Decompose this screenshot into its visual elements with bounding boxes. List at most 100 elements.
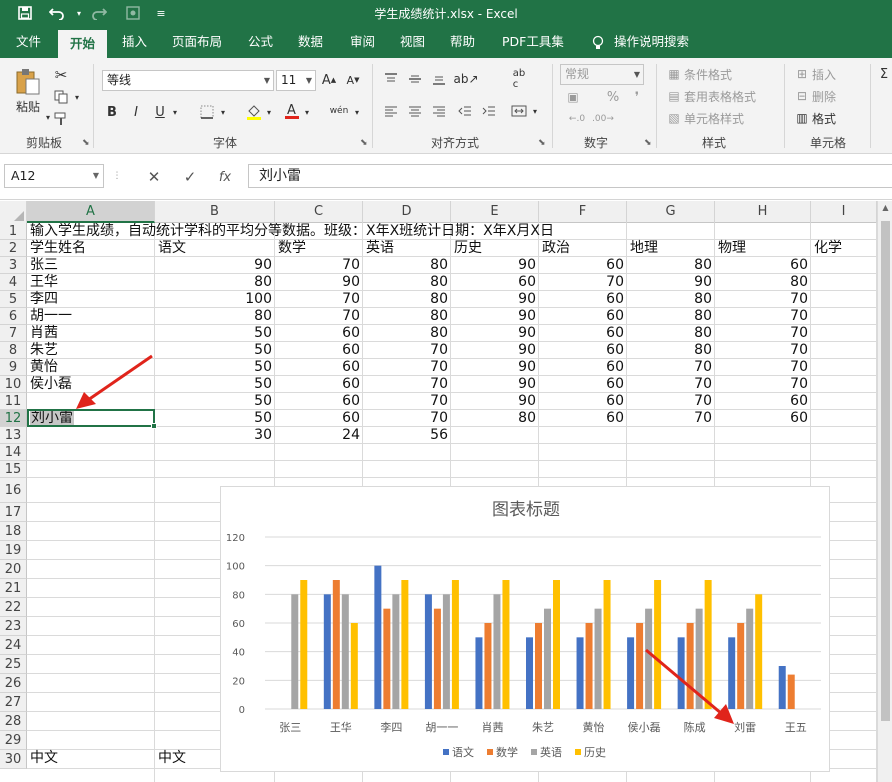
table-cell[interactable]: 胡一一 bbox=[27, 308, 155, 325]
tab-formulas[interactable]: 公式 bbox=[246, 26, 275, 58]
increase-indent-icon[interactable] bbox=[480, 102, 498, 120]
table-cell[interactable]: 50 bbox=[155, 359, 275, 376]
number-format-combo[interactable]: 常规 ▼ bbox=[560, 64, 644, 85]
number-format-dropdown-icon[interactable]: ▼ bbox=[634, 65, 640, 84]
row-header-19[interactable]: 19 bbox=[0, 541, 27, 560]
cell-header-e[interactable]: 历史 bbox=[451, 240, 539, 257]
row-header-15[interactable]: 15 bbox=[0, 461, 27, 478]
table-cell[interactable]: 80 bbox=[363, 274, 451, 291]
underline-dropdown-icon[interactable]: ▾ bbox=[170, 102, 180, 122]
row-header-26[interactable]: 26 bbox=[0, 674, 27, 693]
table-cell[interactable]: 90 bbox=[451, 325, 539, 342]
row-header-24[interactable]: 24 bbox=[0, 636, 27, 655]
table-cell[interactable]: 50 bbox=[155, 393, 275, 410]
column-header-c[interactable]: C bbox=[275, 201, 363, 223]
row-header-17[interactable]: 17 bbox=[0, 503, 27, 522]
cell-styles-icon[interactable]: ▧ bbox=[666, 110, 682, 126]
chart-object[interactable]: 图表标题 0 20 40 60 80 100 120 张三 王华 李四 胡一一 肖茜 朱艺 黄怡 侯小磊 陈成 刘… bbox=[220, 486, 830, 772]
name-box-dropdown-icon[interactable]: ▼ bbox=[93, 165, 99, 187]
table-cell[interactable]: 70 bbox=[627, 393, 715, 410]
row-header-30[interactable]: 30 bbox=[0, 750, 27, 769]
table-cell[interactable]: 80 bbox=[627, 325, 715, 342]
table-cell[interactable]: 70 bbox=[627, 376, 715, 393]
table-cell[interactable]: 60 bbox=[715, 393, 811, 410]
number-launcher-icon[interactable]: ⬊ bbox=[644, 138, 652, 148]
table-cell[interactable]: 70 bbox=[715, 308, 811, 325]
column-header-d[interactable]: D bbox=[363, 201, 451, 223]
column-header-g[interactable]: G bbox=[627, 201, 715, 223]
table-cell[interactable]: 80 bbox=[627, 342, 715, 359]
font-size-dropdown-icon[interactable]: ▼ bbox=[306, 71, 312, 90]
table-cell[interactable]: 90 bbox=[451, 291, 539, 308]
table-cell[interactable]: 60 bbox=[539, 359, 627, 376]
row-header-3[interactable]: 3 bbox=[0, 257, 27, 274]
tab-help[interactable]: 帮助 bbox=[448, 26, 477, 58]
tab-page-layout[interactable]: 页面布局 bbox=[170, 26, 224, 58]
table-cell[interactable]: 80 bbox=[363, 325, 451, 342]
fill-color-icon[interactable] bbox=[244, 102, 264, 122]
name-box[interactable]: A12 ▼ bbox=[4, 164, 104, 188]
font-name-combo[interactable]: 等线 ▼ bbox=[102, 70, 274, 91]
align-middle-icon[interactable] bbox=[406, 70, 424, 88]
table-cell[interactable]: 李四 bbox=[27, 291, 155, 308]
table-cell[interactable]: 60 bbox=[275, 410, 363, 427]
paste-icon[interactable] bbox=[12, 66, 44, 98]
underline-button[interactable]: U bbox=[152, 102, 168, 122]
table-cell[interactable]: 80 bbox=[363, 291, 451, 308]
row-header-16[interactable]: 16 bbox=[0, 478, 27, 503]
cell-header-d[interactable]: 英语 bbox=[363, 240, 451, 257]
phonetic-guide-button[interactable]: wén bbox=[326, 100, 352, 122]
delete-cells-button[interactable]: 删除 bbox=[812, 88, 852, 104]
table-cell[interactable]: 60 bbox=[539, 308, 627, 325]
insert-cells-button[interactable]: 插入 bbox=[812, 66, 852, 82]
table-cell[interactable]: 30 bbox=[155, 427, 275, 444]
formula-input[interactable]: 刘小雷 bbox=[248, 164, 892, 188]
table-cell[interactable]: 80 bbox=[627, 308, 715, 325]
percent-icon[interactable]: % bbox=[604, 88, 622, 106]
table-cell[interactable]: 50 bbox=[155, 342, 275, 359]
table-cell[interactable]: 70 bbox=[715, 359, 811, 376]
increase-decimal-icon[interactable]: ←.0 bbox=[566, 110, 588, 128]
tell-me-search[interactable]: 操作说明搜索 bbox=[612, 26, 691, 58]
row-header-6[interactable]: 6 bbox=[0, 308, 27, 325]
table-cell[interactable]: 朱艺 bbox=[27, 342, 155, 359]
table-cell[interactable]: 80 bbox=[363, 308, 451, 325]
table-cell[interactable]: 60 bbox=[539, 325, 627, 342]
row-header-2[interactable]: 2 bbox=[0, 240, 27, 257]
table-cell[interactable]: 黄怡 bbox=[27, 359, 155, 376]
table-cell[interactable]: 70 bbox=[715, 325, 811, 342]
decrease-indent-icon[interactable] bbox=[456, 102, 474, 120]
table-cell[interactable]: 90 bbox=[451, 342, 539, 359]
table-cell[interactable]: 70 bbox=[539, 274, 627, 291]
tab-view[interactable]: 视图 bbox=[398, 26, 427, 58]
row-header-11[interactable]: 11 bbox=[0, 393, 27, 410]
table-cell[interactable]: 70 bbox=[363, 410, 451, 427]
table-cell[interactable]: 70 bbox=[715, 376, 811, 393]
fill-handle[interactable] bbox=[151, 423, 157, 429]
table-cell[interactable]: 60 bbox=[275, 342, 363, 359]
table-cell[interactable]: 90 bbox=[451, 393, 539, 410]
table-cell[interactable]: 侯小磊 bbox=[27, 376, 155, 393]
tab-pdf-tools[interactable]: PDF工具集 bbox=[500, 26, 566, 58]
font-color-icon[interactable]: A bbox=[282, 100, 302, 122]
alignment-launcher-icon[interactable]: ⬊ bbox=[538, 138, 546, 148]
font-name-dropdown-icon[interactable]: ▼ bbox=[264, 71, 270, 90]
table-cell[interactable]: 张三 bbox=[27, 257, 155, 274]
align-left-icon[interactable] bbox=[382, 102, 400, 120]
table-cell[interactable]: 70 bbox=[363, 359, 451, 376]
font-color-dropdown-icon[interactable]: ▾ bbox=[302, 102, 312, 122]
table-cell[interactable]: 王华 bbox=[27, 274, 155, 291]
table-cell[interactable]: 60 bbox=[715, 410, 811, 427]
column-header-h[interactable]: H bbox=[715, 201, 811, 223]
table-cell[interactable]: 60 bbox=[539, 342, 627, 359]
row-header-25[interactable]: 25 bbox=[0, 655, 27, 674]
row-header-27[interactable]: 27 bbox=[0, 693, 27, 712]
row-header-21[interactable]: 21 bbox=[0, 579, 27, 598]
column-header-b[interactable]: B bbox=[155, 201, 275, 223]
row-header-23[interactable]: 23 bbox=[0, 617, 27, 636]
row-header-10[interactable]: 10 bbox=[0, 376, 27, 393]
table-cell[interactable]: 70 bbox=[363, 342, 451, 359]
table-cell[interactable]: 60 bbox=[275, 393, 363, 410]
row-header-4[interactable]: 4 bbox=[0, 274, 27, 291]
tab-data[interactable]: 数据 bbox=[296, 26, 325, 58]
